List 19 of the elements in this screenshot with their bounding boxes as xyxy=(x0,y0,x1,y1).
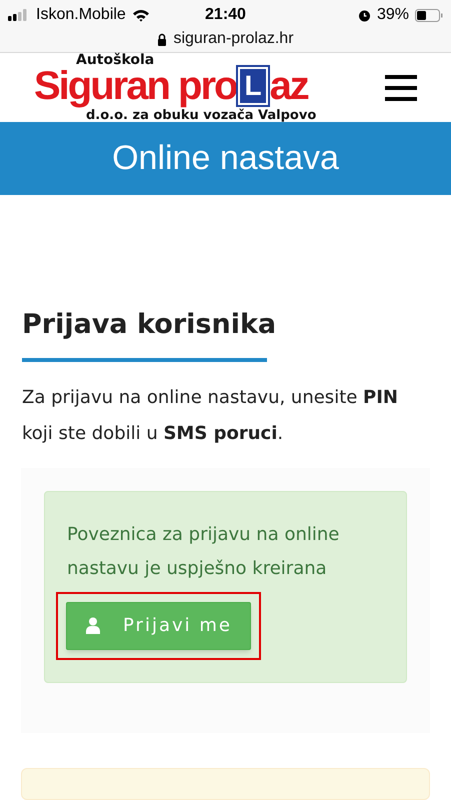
battery-icon xyxy=(415,8,443,22)
carrier-name: Iskon.Mobile xyxy=(36,5,126,25)
logo-subtitle: d.o.o. za obuku vozača Valpovo xyxy=(86,109,316,122)
logo-title: Siguran pro xyxy=(34,67,236,106)
alarm-icon xyxy=(358,8,371,22)
logo-letter: L xyxy=(238,67,268,106)
logo-top-text: Autoškola xyxy=(76,53,154,68)
clock-time: 21:40 xyxy=(204,5,247,25)
logo-title-end: az xyxy=(270,67,308,106)
menu-icon[interactable] xyxy=(385,74,417,101)
lock-icon xyxy=(157,32,168,46)
page-url[interactable]: siguran-prolaz.hr xyxy=(173,27,294,51)
section-heading: Prijava korisnika xyxy=(22,308,276,342)
intro-text: Za prijavu na online nastavu, unesite PIN koji ste dobili u SMS poruci. xyxy=(22,386,400,446)
user-icon xyxy=(85,617,101,634)
alert-message: Poveznica za prijavu na online nastavu je uspješno kreirana xyxy=(67,522,340,581)
wifi-icon xyxy=(132,8,150,22)
banner-title: Online nastava xyxy=(112,138,339,180)
battery-percent: 39% xyxy=(376,5,409,25)
